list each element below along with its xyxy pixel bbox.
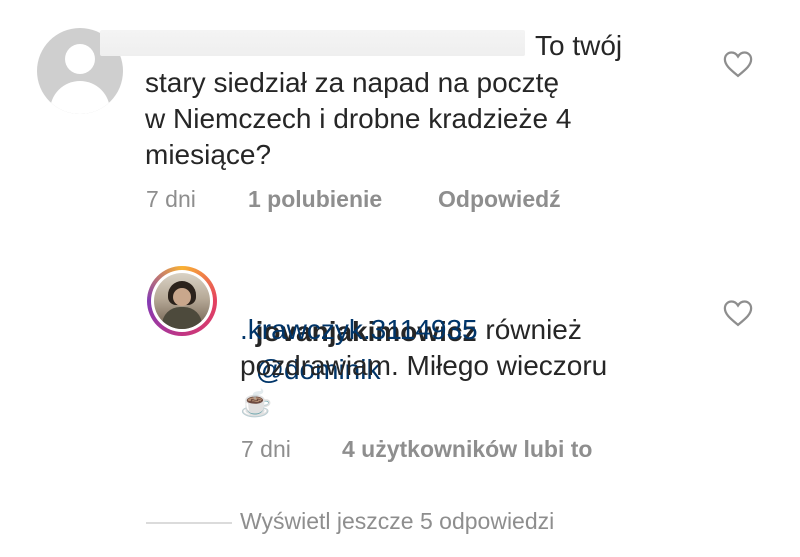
reply-user-avatar[interactable] xyxy=(147,266,217,336)
reply-text-fragment: również xyxy=(477,314,582,345)
reply-text-line: .krawczyk.3114935 również xyxy=(240,311,582,349)
avatar-body-shape xyxy=(50,81,110,114)
heart-outline-icon[interactable] xyxy=(723,299,753,327)
reply-button[interactable]: Odpowiedź xyxy=(438,186,561,213)
profile-photo xyxy=(154,273,210,329)
reply-likes-count[interactable]: 4 użytkowników lubi to xyxy=(342,436,592,463)
comment-text-line: miesiące? xyxy=(145,139,272,170)
comment-likes-count[interactable]: 1 polubienie xyxy=(248,186,382,213)
comment-text-line: To twój xyxy=(535,30,623,61)
coffee-emoji: ☕ xyxy=(240,388,273,418)
view-more-replies-button[interactable]: Wyświetl jeszcze 5 odpowiedzi xyxy=(240,508,554,535)
comment-text-line: stary siedział za napad na pocztę xyxy=(145,67,560,98)
redacted-username xyxy=(100,30,525,56)
comment-text-line: w Niemczech i drobne kradzieże 4 xyxy=(145,103,572,134)
reply-timestamp: 7 dni xyxy=(241,436,291,462)
heart-outline-icon[interactable] xyxy=(723,50,753,78)
replies-divider xyxy=(146,522,232,524)
mention-link[interactable]: .krawczyk.3114935 xyxy=(240,314,478,345)
reply-text-line: pozdrawiam. Miłego wieczoru xyxy=(240,350,608,381)
comment-timestamp: 7 dni xyxy=(146,186,196,212)
avatar-head-shape xyxy=(65,44,95,74)
